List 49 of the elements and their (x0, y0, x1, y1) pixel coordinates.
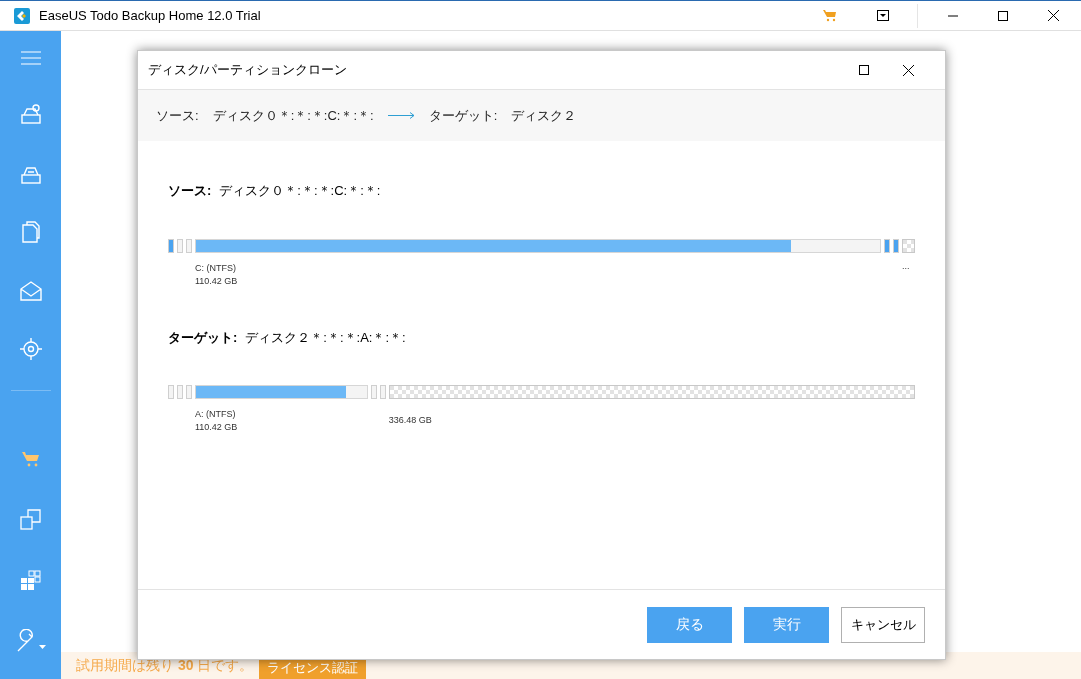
partition-size: 110.42 GB (195, 274, 239, 288)
unallocated-bar[interactable] (902, 238, 915, 253)
small-partition-bar[interactable] (177, 385, 183, 399)
unallocated-size: 336.48 GB (388, 414, 433, 427)
dialog-title: ディスク/パーティションクローン (148, 61, 347, 80)
action-button[interactable]: 実行 (744, 606, 829, 643)
unallocated-bar[interactable] (388, 385, 915, 399)
disk-name: ディスク２＊:＊:＊:A:＊:＊: (245, 328, 406, 347)
small-partition-bar[interactable] (186, 238, 192, 253)
small-partition-bar[interactable] (884, 238, 890, 253)
unallocated-size: ... (902, 259, 911, 273)
arrow-icon (387, 112, 415, 119)
source-value: ディスク０＊:＊:＊:C:＊:＊: (212, 106, 374, 125)
partition-bar[interactable] (195, 238, 881, 253)
close-icon[interactable] (1048, 10, 1059, 21)
files-icon[interactable] (20, 221, 41, 243)
small-partition-bar[interactable] (370, 385, 377, 399)
small-partition-bar[interactable] (893, 238, 899, 253)
small-partition-bar[interactable] (186, 385, 192, 399)
menu-icon[interactable] (20, 51, 41, 65)
action-button[interactable]: 戻る (647, 606, 732, 643)
maximize-icon[interactable] (859, 65, 869, 75)
partition-bar[interactable] (195, 385, 368, 399)
clone-icon[interactable] (20, 509, 41, 530)
dropdown-icon[interactable] (877, 10, 889, 21)
close-icon[interactable] (903, 64, 914, 76)
disk-icon[interactable] (19, 103, 42, 125)
cart-icon[interactable] (823, 9, 837, 22)
apps-icon[interactable] (20, 570, 41, 591)
disk-name: ディスク０＊:＊:＊:C:＊:＊: (219, 182, 381, 200)
small-partition-bar[interactable] (379, 385, 386, 399)
maximize-icon[interactable] (998, 10, 1008, 21)
partition-name: C: (NTFS) (195, 261, 237, 275)
small-partition-bar[interactable] (177, 238, 183, 253)
source-label: ソース: (156, 106, 199, 125)
partition-size: 110.42 GB (195, 421, 239, 434)
partition-name: A: (NTFS) (195, 408, 237, 421)
small-partition-bar[interactable] (168, 238, 174, 253)
disk-label: ソース: (168, 182, 212, 200)
window-title: EaseUS Todo Backup Home 12.0 Trial (39, 6, 261, 25)
target-icon[interactable] (19, 338, 42, 360)
cancel-button[interactable]: キャンセル (841, 606, 925, 643)
mail-icon[interactable] (19, 281, 42, 301)
target-label: ターゲット: (428, 106, 498, 125)
small-partition-bar[interactable] (168, 385, 174, 399)
cart-icon[interactable] (21, 451, 40, 467)
app-logo-icon (14, 7, 30, 24)
disk-label: ターゲット: (168, 328, 238, 347)
target-value: ディスク２ (511, 106, 577, 125)
